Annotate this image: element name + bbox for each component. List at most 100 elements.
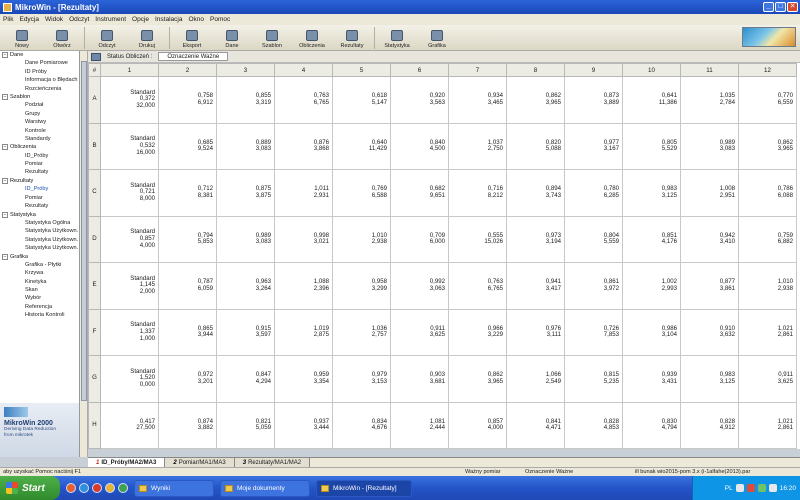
open-button[interactable]: Otwórz <box>42 26 82 50</box>
grid-cell[interactable]: 0,709 6,000 <box>390 215 449 263</box>
tree-item[interactable]: ID_Próby <box>0 152 79 160</box>
menu-pomoc[interactable]: Pomoc <box>210 16 230 23</box>
tray-icon[interactable] <box>746 484 755 492</box>
grid-cell[interactable]: 0,726 7,853 <box>564 308 623 356</box>
grid-cell[interactable]: 0,815 5,235 <box>564 355 623 403</box>
new-button[interactable]: Nowy <box>2 26 42 50</box>
grid-cell[interactable]: 0,794 5,853 <box>158 215 217 263</box>
grid-cell[interactable]: 0,716 8,212 <box>448 169 507 217</box>
start-button[interactable]: Start <box>0 476 60 500</box>
menu-edycja[interactable]: Edycja <box>19 16 39 23</box>
grid-cell[interactable]: 0,759 6,882 <box>738 215 797 263</box>
tree-item[interactable]: Referencja <box>0 303 79 311</box>
grid-cell[interactable]: 0,712 8,381 <box>158 169 217 217</box>
tree-item[interactable]: Rezultaty <box>0 168 79 176</box>
grid-cell[interactable]: 1,021 2,861 <box>738 401 797 449</box>
collapse-icon[interactable]: − <box>2 52 8 59</box>
collapse-icon[interactable]: − <box>2 253 8 260</box>
statistics-button[interactable]: Statystyka <box>377 26 417 50</box>
grid-cell[interactable]: 0,758 6,912 <box>158 76 217 124</box>
tree-group-2[interactable]: − Obliczenia <box>0 143 79 151</box>
tree-item[interactable]: Statystyka Ogólna <box>0 219 79 227</box>
calculations-button[interactable]: Obliczenia <box>292 26 332 50</box>
grid-cell[interactable]: 0,804 5,559 <box>564 215 623 263</box>
grid-cell[interactable]: 0,555 15,026 <box>448 215 507 263</box>
grid-cell[interactable]: 0,934 3,465 <box>448 76 507 124</box>
grid-cell[interactable]: Standard 1,520 0,000 <box>100 355 159 403</box>
row-header[interactable]: A <box>88 76 101 124</box>
grid-cell[interactable]: 1,035 2,784 <box>680 76 739 124</box>
grid-cell[interactable]: 0,841 4,471 <box>506 401 565 449</box>
sheet-tab-2[interactable]: 2 Pomiar/MA1/MA3 <box>165 458 235 467</box>
grid-cell[interactable]: 0,942 3,410 <box>680 215 739 263</box>
menu-instrument[interactable]: Instrument <box>95 16 126 23</box>
menu-plik[interactable]: Plik <box>3 16 13 23</box>
grid-cell[interactable]: 0,763 6,765 <box>448 262 507 310</box>
taskbar-item-wyniki[interactable]: Wyniki <box>134 479 214 497</box>
grid-cell[interactable]: 0,989 3,083 <box>680 122 739 170</box>
graphics-button[interactable]: Grafika <box>417 26 457 50</box>
collapse-icon[interactable]: − <box>2 144 8 151</box>
grid-cell[interactable]: 0,983 3,125 <box>622 169 681 217</box>
grid-cell[interactable]: 0,889 3,083 <box>216 122 275 170</box>
grid-cell[interactable]: 0,873 3,889 <box>564 76 623 124</box>
grid-cell[interactable]: 0,966 3,229 <box>448 308 507 356</box>
row-header[interactable]: C <box>88 169 101 217</box>
grid-cell[interactable]: 0,847 4,294 <box>216 355 275 403</box>
maximize-button[interactable]: □ <box>775 2 786 12</box>
grid-cell[interactable]: 0,989 3,083 <box>216 215 275 263</box>
export-button[interactable]: Eksport <box>172 26 212 50</box>
grid-cell[interactable]: 1,081 2,444 <box>390 401 449 449</box>
grid-cell[interactable]: 0,862 3,965 <box>506 76 565 124</box>
grid-cell[interactable]: 0,915 3,597 <box>216 308 275 356</box>
grid-cell[interactable]: 0,920 3,563 <box>390 76 449 124</box>
grid-cell[interactable]: 0,998 3,021 <box>274 215 333 263</box>
grid-cell[interactable]: 0,986 3,104 <box>622 308 681 356</box>
grid-cell[interactable]: 0,857 4,000 <box>448 401 507 449</box>
grid-cell[interactable]: Standard 0,721 8,000 <box>100 169 159 217</box>
grid-cell[interactable]: 0,821 5,059 <box>216 401 275 449</box>
tree-item[interactable]: ID_Próby <box>0 185 79 193</box>
sheet-tab-3[interactable]: 3 Rezultaty/MA1/MA2 <box>234 458 311 467</box>
grid-cell[interactable]: 0,937 3,444 <box>274 401 333 449</box>
grid-cell[interactable]: 0,682 9,651 <box>390 169 449 217</box>
column-header[interactable]: 11 <box>680 63 739 77</box>
tree-item[interactable]: Rozcieńczenia <box>0 85 79 93</box>
grid-cell[interactable]: 1,066 2,549 <box>506 355 565 403</box>
tree-group-3[interactable]: − Rezultaty <box>0 177 79 185</box>
row-header[interactable]: D <box>88 215 101 263</box>
grid-cell[interactable]: Standard 0,532 16,000 <box>100 122 159 170</box>
tree-item[interactable]: ID Próby <box>0 68 79 76</box>
sidebar-scrollbar[interactable] <box>80 51 88 457</box>
grid-cell[interactable]: 0,910 3,632 <box>680 308 739 356</box>
tree-item[interactable]: Kontrole <box>0 127 79 135</box>
menu-widok[interactable]: Widok <box>45 16 63 23</box>
folder-icon[interactable] <box>105 483 115 493</box>
tree-item[interactable]: Warstwy <box>0 118 79 126</box>
grid-cell[interactable]: 0,641 11,386 <box>622 76 681 124</box>
grid-cell[interactable]: 0,820 5,088 <box>506 122 565 170</box>
tree-item[interactable]: Statystyka Użytkown. <box>0 244 79 252</box>
tree-group-5[interactable]: − Grafika <box>0 252 79 260</box>
row-header[interactable]: B <box>88 122 101 170</box>
grid-cell[interactable]: 0,834 4,676 <box>332 401 391 449</box>
grid-cell[interactable]: 1,088 2,396 <box>274 262 333 310</box>
grid-cell[interactable]: 1,002 2,993 <box>622 262 681 310</box>
tree-item[interactable]: Kinetyka <box>0 278 79 286</box>
tree-item[interactable]: Statystyka Użytkown. <box>0 227 79 235</box>
tree-group-0[interactable]: − Dane <box>0 51 79 59</box>
grid-cell[interactable]: 0,851 4,176 <box>622 215 681 263</box>
sheet-tab-1[interactable]: 1 ID_Próby/MA2/MA3 <box>88 458 166 467</box>
template-button[interactable]: Szablon <box>252 26 292 50</box>
close-button[interactable]: ✕ <box>787 2 798 12</box>
window-titlebar[interactable]: MikroWin - [Rezultaty] _ □ ✕ <box>0 0 800 14</box>
menu-okno[interactable]: Okno <box>188 16 204 23</box>
tree-item[interactable]: Statystyka Użytkown. <box>0 236 79 244</box>
grid-cell[interactable]: 0,977 3,167 <box>564 122 623 170</box>
grid-cell[interactable]: 1,011 2,931 <box>274 169 333 217</box>
grid-cell[interactable]: 0,911 3,625 <box>738 355 797 403</box>
grid-cell[interactable]: 0,855 3,319 <box>216 76 275 124</box>
grid-cell[interactable]: 0,828 4,853 <box>564 401 623 449</box>
grid-cell[interactable]: 0,770 6,559 <box>738 76 797 124</box>
grid-cell[interactable]: 1,010 2,938 <box>332 215 391 263</box>
